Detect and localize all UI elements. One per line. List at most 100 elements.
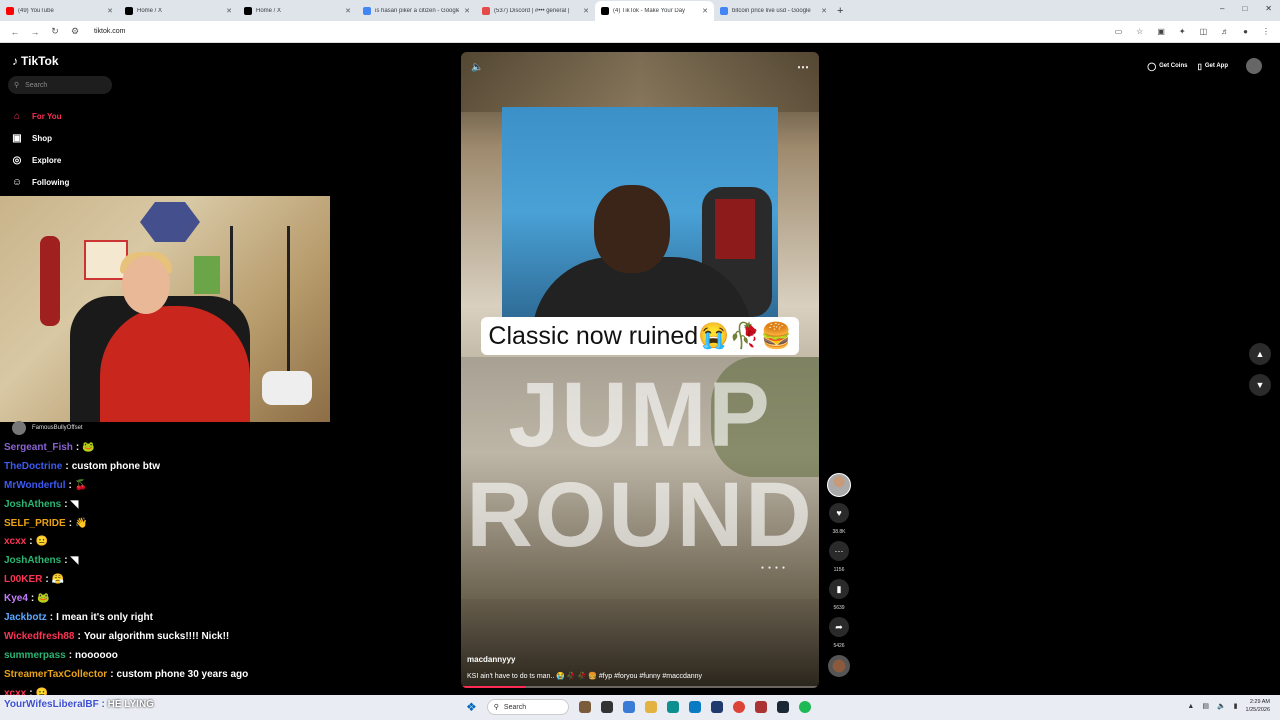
creator-avatar[interactable] (827, 473, 851, 497)
tab-close-icon[interactable]: ✕ (345, 7, 351, 15)
search-input[interactable]: ⚲ Search (8, 76, 112, 94)
sidebar-item-explore[interactable]: ◎ Explore (10, 149, 69, 171)
install-icon[interactable]: ▭ (1115, 27, 1123, 36)
save-button[interactable]: ▮ (829, 579, 849, 599)
tab-close-icon[interactable]: ✕ (107, 7, 113, 15)
share-button[interactable]: ➦ (829, 617, 849, 637)
like-count: 38.8K (832, 529, 846, 535)
bookmark-star-icon[interactable]: ☆ (1136, 27, 1143, 36)
video-caption: Classic now ruined😭🥀🍔 (481, 317, 799, 355)
tab-favicon-icon (601, 6, 609, 15)
like-button[interactable]: ♥ (829, 503, 849, 523)
tiktok-note-icon: ♪ (12, 54, 18, 68)
music-disc-icon[interactable] (828, 655, 850, 677)
profile-icon[interactable]: ● (1243, 27, 1248, 36)
copilot-icon[interactable] (622, 701, 635, 713)
get-app-button[interactable]: ▯ Get App (1197, 62, 1228, 71)
chat-emote-icon: 🐸 (37, 593, 50, 605)
task-view-icon[interactable] (600, 701, 613, 713)
taskbar-apps: ❖ ⚲ Search (466, 699, 811, 715)
suggested-account[interactable]: FamousBullyOffset (12, 421, 83, 435)
url-field[interactable]: tiktok.com (94, 28, 126, 35)
app-icon[interactable] (578, 701, 591, 713)
new-tab-button[interactable]: + (837, 5, 843, 17)
app-icon-2[interactable] (754, 701, 767, 713)
maximize-icon[interactable]: □ (1242, 4, 1247, 13)
save-count: 5639 (833, 605, 845, 611)
taskbar-search[interactable]: ⚲ Search (486, 699, 569, 715)
user-avatar[interactable] (1246, 58, 1262, 74)
site-info-icon[interactable]: ⚙ (70, 26, 80, 37)
more-options-icon[interactable]: ⋯ (797, 60, 809, 74)
streamer-webcam (0, 196, 330, 422)
browser-tab[interactable]: bitcoin price live usd - Google ✕ (714, 1, 833, 21)
puzzle-icon[interactable]: ✦ (1179, 27, 1186, 36)
browser-tab[interactable]: (4) TikTok - Make Your Day ✕ (595, 0, 714, 21)
chat-separator: : (68, 479, 72, 491)
chat-separator: : (64, 498, 68, 510)
menu-icon[interactable]: ⋮ (1262, 27, 1270, 36)
browser-tab[interactable]: Home / X ✕ (238, 1, 357, 21)
tab-close-icon[interactable]: ✕ (821, 7, 827, 15)
nav-icon: ◎ (12, 154, 22, 166)
share-count: 5426 (833, 643, 845, 649)
sidebar-item-following[interactable]: ☺ Following (10, 171, 69, 193)
settings-icon[interactable] (710, 701, 723, 713)
chat-message: StreamerTaxCollector: custom phone 30 yea… (4, 665, 334, 684)
chrome-icon[interactable] (732, 701, 745, 713)
battery-icon[interactable]: ▮ (1234, 702, 1238, 710)
overlay-text-2: ROUND (466, 464, 814, 566)
media-icon[interactable]: ♬ (1221, 27, 1229, 36)
avatar (12, 421, 26, 435)
browser-tab[interactable]: Home / X ✕ (119, 1, 238, 21)
browser-tab[interactable]: (49) YouTube ✕ (0, 1, 119, 21)
speaker-icon[interactable]: 🔈 (1217, 702, 1226, 710)
spotify-icon[interactable] (798, 701, 811, 713)
volume-icon[interactable]: 🔈 (471, 62, 483, 73)
minimize-icon[interactable]: – (1220, 4, 1224, 13)
comment-button[interactable]: ⋯ (829, 541, 849, 561)
taskbar: YourWifesLiberalBF : HE LYING ❖ ⚲ Search… (0, 695, 1280, 720)
forward-icon[interactable]: → (30, 27, 40, 37)
back-icon[interactable]: ← (10, 27, 20, 37)
browser-tab[interactable]: (537) Discord | #••• general | ✕ (476, 1, 595, 21)
edge-icon[interactable] (666, 701, 679, 713)
reload-icon[interactable]: ↻ (50, 26, 60, 37)
tab-close-icon[interactable]: ✕ (464, 7, 470, 15)
tray-chevron-icon[interactable]: ▲ (1187, 703, 1194, 710)
chat-username: L00KER (4, 574, 43, 586)
tab-close-icon[interactable]: ✕ (583, 7, 589, 15)
video-progress-bar[interactable] (461, 686, 819, 688)
steam-icon[interactable] (776, 701, 789, 713)
file-explorer-icon[interactable] (644, 701, 657, 713)
get-coins-button[interactable]: ◯ Get Coins (1147, 62, 1187, 71)
progress-fill (461, 686, 526, 688)
sidebar-item-for-you[interactable]: ⌂ For You (10, 105, 69, 127)
previous-video-button[interactable]: ▲ (1249, 343, 1271, 365)
chat-username: Kye4 (4, 593, 28, 605)
tab-favicon-icon (363, 6, 371, 15)
browser-tab[interactable]: is hasan piker a citizen - Google ✕ (357, 1, 476, 21)
next-video-button[interactable]: ▼ (1249, 374, 1271, 396)
chat-emote-icon: 👋 (75, 517, 88, 529)
extension-icon[interactable]: ▣ (1157, 27, 1165, 36)
tab-close-icon[interactable]: ✕ (702, 7, 708, 15)
windows-start-icon[interactable]: ❖ (466, 700, 477, 714)
chat-username: Jackbotz (4, 611, 47, 623)
nav-icon: ☺ (11, 176, 23, 188)
chat-text: noooooo (75, 649, 118, 661)
store-icon[interactable] (688, 701, 701, 713)
tab-favicon-icon (125, 6, 133, 15)
sidebar-icon[interactable]: ◫ (1200, 27, 1208, 36)
tab-close-icon[interactable]: ✕ (226, 7, 232, 15)
comment-icon: ⋯ (834, 545, 844, 556)
clock[interactable]: 2:29 AM 1/25/2026 (1246, 698, 1270, 714)
video-author[interactable]: macdannyyy (467, 655, 515, 664)
sidebar-item-shop[interactable]: ▣ Shop (10, 127, 69, 149)
video-player[interactable]: Classic now ruined😭🥀🍔 JUMP ROUND ●●●● 🔈 … (461, 52, 819, 688)
tiktok-logo[interactable]: ♪ TikTok (12, 54, 59, 68)
chat-message: MrWonderful: 🍒 (4, 476, 334, 495)
network-icon[interactable]: ▤ (1202, 702, 1209, 710)
close-icon[interactable]: ✕ (1265, 4, 1272, 13)
chat-text: Your algorithm sucks!!!! Nick!! (83, 630, 230, 642)
